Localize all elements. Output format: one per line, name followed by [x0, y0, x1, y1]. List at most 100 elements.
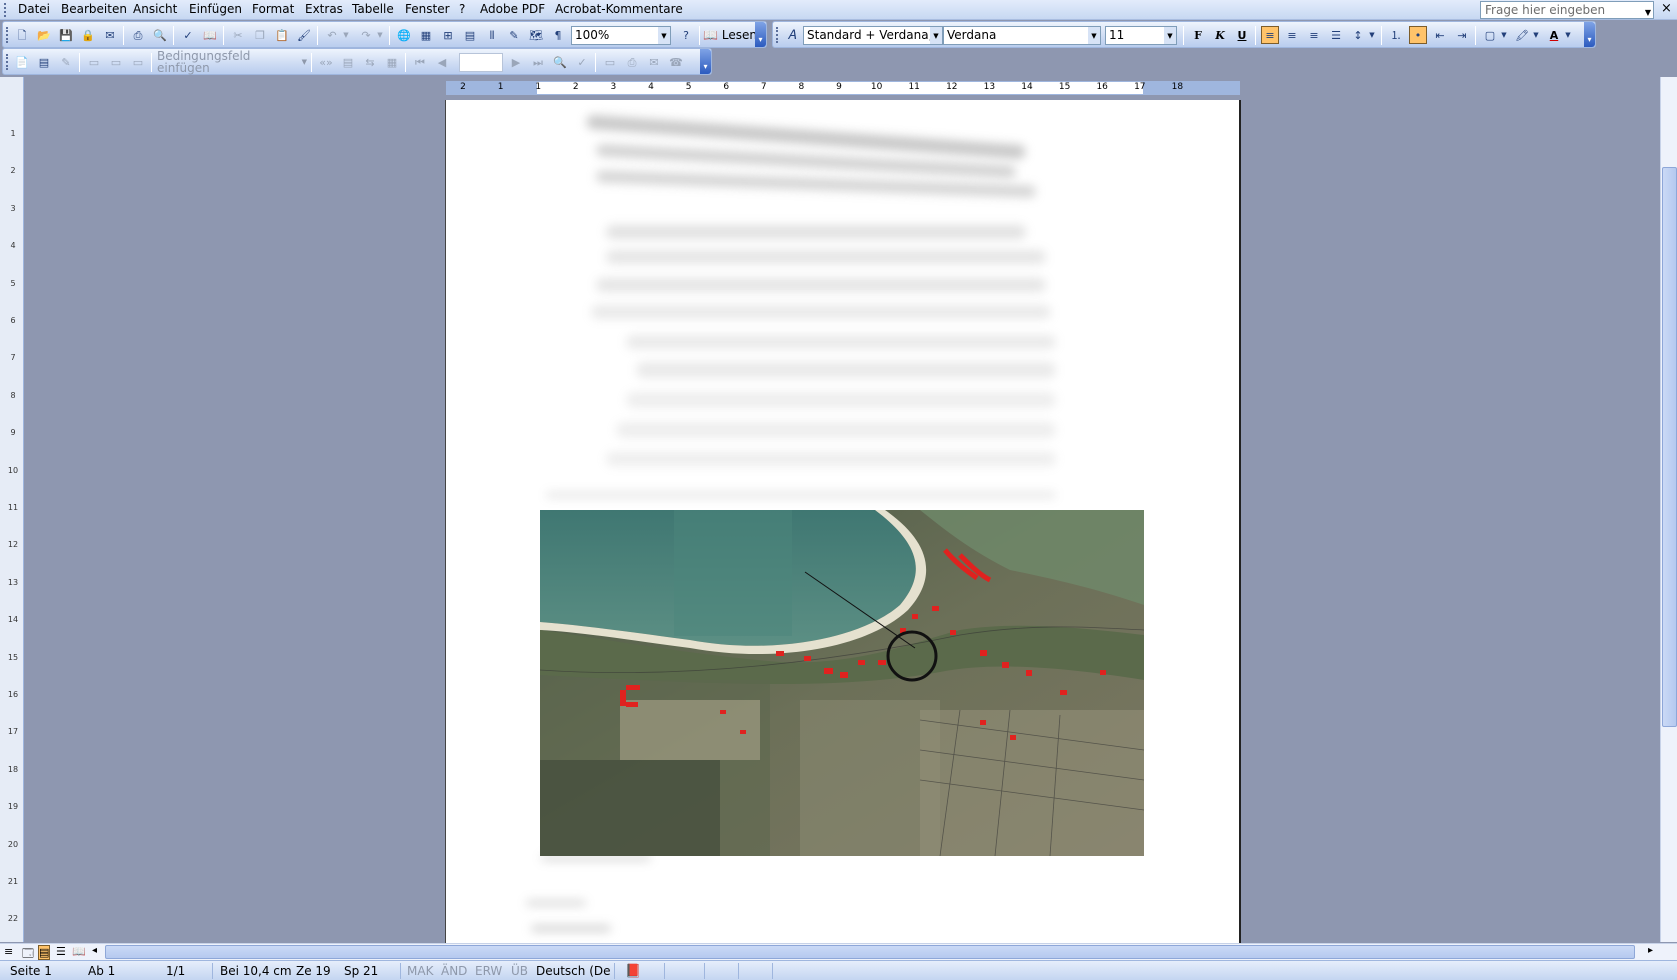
print-layout-icon[interactable]: ▤ — [38, 945, 51, 960]
research-icon[interactable]: 📖 — [201, 26, 219, 44]
menu-fenster[interactable]: Fenster — [405, 2, 450, 16]
next-record-icon[interactable]: ▶ — [507, 53, 525, 71]
read-button[interactable]: 📖 Lesen — [703, 26, 757, 44]
outline-view-icon[interactable]: ☰ — [56, 945, 66, 958]
line-spacing-icon[interactable]: ↕ — [1349, 26, 1367, 44]
style-dropdown-icon[interactable]: ▼ — [930, 27, 942, 44]
show-formatting-icon[interactable]: ¶ — [549, 26, 567, 44]
styles-formatting-icon[interactable]: 𝐴 — [783, 26, 801, 44]
line-spacing-dropdown-icon[interactable]: ▼ — [1367, 26, 1377, 44]
style-select[interactable]: Standard + Verdana, 11 ▼ — [803, 26, 943, 45]
bold-button[interactable]: F — [1189, 26, 1207, 44]
bullets-icon[interactable]: • — [1409, 26, 1427, 44]
find-entry-icon[interactable]: 🔍 — [551, 53, 569, 71]
redo-dropdown-icon[interactable]: ▼ — [375, 26, 385, 44]
previous-record-icon[interactable]: ◀ — [433, 53, 451, 71]
horizontal-scrollbar[interactable]: ≡ 🗔 ▤ ☰ 📖 ◂ ▸ — [0, 943, 1677, 960]
propagate-labels-icon[interactable]: ▦ — [383, 53, 401, 71]
status-track-changes[interactable]: ÄND — [441, 964, 467, 978]
increase-indent-icon[interactable]: ⇥ — [1453, 26, 1471, 44]
font-size-select[interactable]: 11 ▼ — [1105, 26, 1177, 45]
toolbar-options-icon[interactable]: ▾ — [700, 49, 711, 74]
horizontal-ruler[interactable]: 2 1 1 2 3 4 5 6 7 8 9 10 11 12 13 14 15 16 17 18 — [446, 81, 1240, 95]
borders-icon[interactable]: ▢ — [1481, 26, 1499, 44]
merge-to-fax-icon[interactable]: ☎ — [667, 53, 685, 71]
vertical-scrollbar[interactable] — [1660, 77, 1677, 942]
redo-icon[interactable]: ↷ — [357, 26, 375, 44]
normal-view-icon[interactable]: ≡ — [4, 945, 13, 958]
toolbar-grip[interactable] — [6, 27, 9, 43]
last-record-icon[interactable]: ⏭ — [529, 53, 547, 71]
print-icon[interactable]: ⎙ — [129, 26, 147, 44]
align-left-icon[interactable]: ≡ — [1261, 26, 1279, 44]
highlight-dropdown-icon[interactable]: ▼ — [1531, 26, 1541, 44]
match-fields-icon[interactable]: ⇆ — [361, 53, 379, 71]
toolbar-options-icon[interactable]: ▾ — [1584, 22, 1595, 47]
font-dropdown-icon[interactable]: ▼ — [1088, 27, 1100, 44]
align-right-icon[interactable]: ≡ — [1305, 26, 1323, 44]
email-icon[interactable]: ✉ — [101, 26, 119, 44]
italic-button[interactable]: K — [1211, 26, 1229, 44]
insert-greeting-icon[interactable]: ▭ — [107, 53, 125, 71]
close-document-icon[interactable]: × — [1661, 1, 1672, 16]
menu-format[interactable]: Format — [252, 2, 294, 16]
check-errors-icon[interactable]: ✓ — [573, 53, 591, 71]
numbering-icon[interactable]: ⒈ — [1387, 26, 1405, 44]
aerial-map-image[interactable] — [540, 510, 1144, 856]
highlight-fields-icon[interactable]: ▤ — [339, 53, 357, 71]
vertical-scroll-thumb[interactable] — [1662, 167, 1677, 727]
ask-question-input[interactable]: Frage hier eingeben ▼ — [1480, 1, 1654, 19]
record-number-input[interactable] — [459, 53, 503, 72]
print-preview-icon[interactable]: 🔍 — [151, 26, 169, 44]
insert-table-icon[interactable]: ⊞ — [439, 26, 457, 44]
align-center-icon[interactable]: ≡ — [1283, 26, 1301, 44]
merge-to-document-icon[interactable]: ▭ — [601, 53, 619, 71]
status-overtype[interactable]: ÜB — [511, 964, 528, 978]
insert-merge-fields-icon[interactable]: ▭ — [129, 53, 147, 71]
open-data-source-icon[interactable]: ▤ — [35, 53, 53, 71]
columns-icon[interactable]: ⫴ — [483, 26, 501, 44]
borders-dropdown-icon[interactable]: ▼ — [1499, 26, 1509, 44]
undo-dropdown-icon[interactable]: ▼ — [341, 26, 351, 44]
toolbar-grip[interactable] — [6, 54, 9, 70]
paste-icon[interactable]: 📋 — [273, 26, 291, 44]
highlight-icon[interactable]: 🖍 — [1513, 26, 1531, 44]
menu-adobe-pdf[interactable]: Adobe PDF — [480, 2, 545, 16]
menu-help[interactable]: ? — [459, 2, 465, 16]
open-folder-icon[interactable]: 📂 — [35, 26, 53, 44]
horizontal-scroll-thumb[interactable] — [105, 945, 1635, 959]
menu-datei[interactable]: Datei — [18, 2, 50, 16]
first-record-icon[interactable]: ⏮ — [411, 53, 429, 71]
status-extend-selection[interactable]: ERW — [475, 964, 502, 978]
insert-excel-icon[interactable]: ▤ — [461, 26, 479, 44]
decrease-indent-icon[interactable]: ⇤ — [1431, 26, 1449, 44]
ask-dropdown-icon[interactable]: ▼ — [1645, 5, 1651, 21]
document-map-icon[interactable]: 🗺 — [527, 26, 545, 44]
font-color-icon[interactable]: A — [1545, 26, 1563, 44]
main-document-setup-icon[interactable]: 📄 — [13, 53, 31, 71]
menu-ansicht[interactable]: Ansicht — [133, 2, 177, 16]
spelling-icon[interactable]: ✓ — [179, 26, 197, 44]
justify-icon[interactable]: ☰ — [1327, 26, 1345, 44]
font-select[interactable]: Verdana ▼ — [943, 26, 1101, 45]
copy-icon[interactable]: ❐ — [251, 26, 269, 44]
insert-address-block-icon[interactable]: ▭ — [85, 53, 103, 71]
vertical-ruler[interactable]: 1234567891011121314151617181920212223 — [0, 77, 24, 961]
merged-data-icon[interactable]: «» — [317, 53, 335, 71]
font-size-dropdown-icon[interactable]: ▼ — [1164, 27, 1176, 44]
menu-einfuegen[interactable]: Einfügen — [189, 2, 242, 16]
insert-field-dropdown[interactable]: Bedingungsfeld einfügen ▼ — [157, 50, 307, 74]
menu-bearbeiten[interactable]: Bearbeiten — [61, 2, 127, 16]
help-icon[interactable]: ? — [677, 26, 695, 44]
menu-tabelle[interactable]: Tabelle — [352, 2, 394, 16]
zoom-select[interactable]: 100% ▼ — [571, 26, 671, 45]
menu-acrobat-kommentare[interactable]: Acrobat-Kommentare — [555, 2, 683, 16]
scroll-right-icon[interactable]: ▸ — [1648, 945, 1653, 956]
undo-icon[interactable]: ↶ — [323, 26, 341, 44]
tables-borders-icon[interactable]: ▦ — [417, 26, 435, 44]
menu-grip[interactable] — [4, 3, 7, 17]
save-icon[interactable]: 💾 — [57, 26, 75, 44]
cut-icon[interactable]: ✂ — [229, 26, 247, 44]
underline-button[interactable]: U — [1233, 26, 1251, 44]
drawing-icon[interactable]: ✎ — [505, 26, 523, 44]
